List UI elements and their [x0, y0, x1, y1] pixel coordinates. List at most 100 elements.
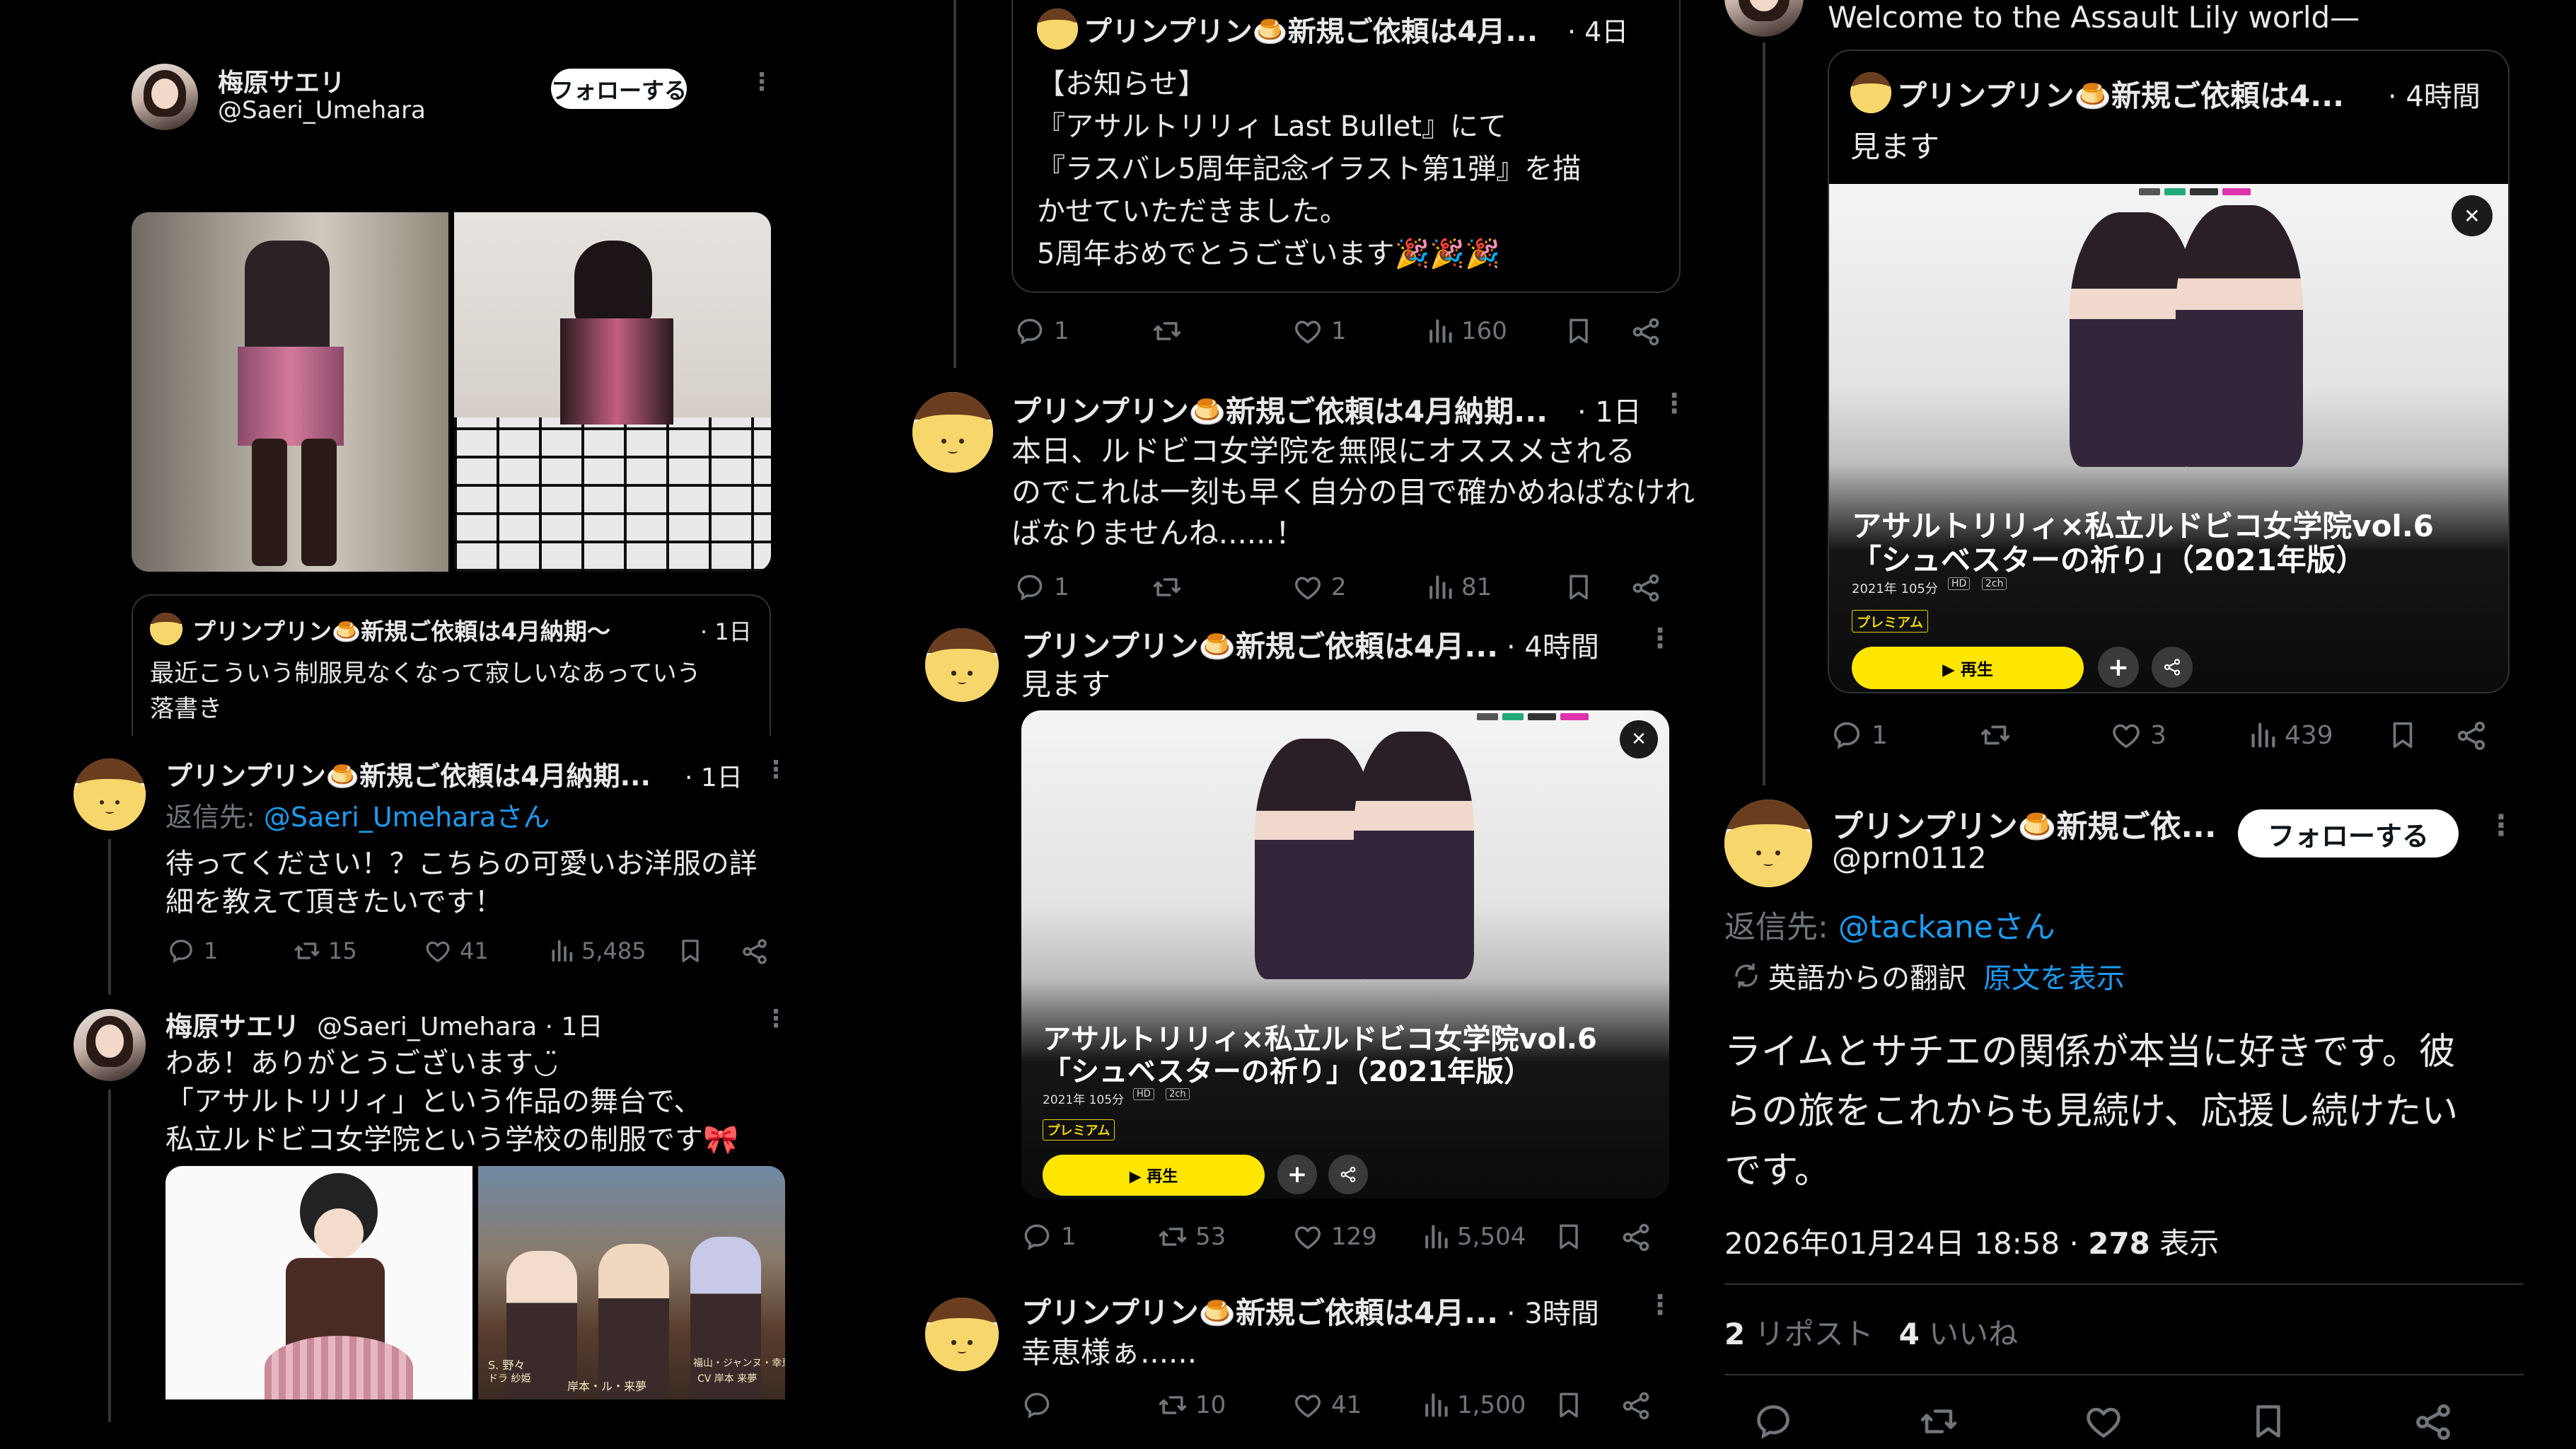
repost-action[interactable] — [1150, 316, 1190, 347]
video-card[interactable]: ✕ アサルトリリィ×私立ルドビコ女学院vol.6 「シュベスターの祈り」（202… — [1829, 184, 2508, 692]
like-action[interactable]: 2 — [1292, 572, 1347, 603]
main-author-handle[interactable]: @prn0112 — [1832, 841, 1987, 875]
views-action[interactable]: 81 — [1425, 572, 1492, 603]
views-action[interactable]: 439 — [2246, 719, 2333, 751]
quote-tweet[interactable]: プリンプリン🍮新規ご依頼は4... · 4時間 見ます ✕ アサルトリリィ×私立… — [1828, 50, 2510, 693]
repost-action[interactable] — [1150, 572, 1190, 603]
video-meta: 2021年 105分 — [1852, 582, 1938, 596]
follow-button[interactable]: フォローする — [2238, 809, 2459, 858]
reply-to-link[interactable]: @Saeri_Umeharaさん — [264, 802, 550, 833]
more-icon[interactable]: ⋮ — [764, 756, 788, 784]
bookmark-action[interactable] — [1553, 1221, 1584, 1252]
quote-tweet[interactable]: プリンプリン🍮新規ご依頼は4月... · 4日 【お知らせ】 『アサルトリリィ … — [1011, 0, 1681, 293]
post-author[interactable]: プリンプリン🍮新規ご依頼は4月... — [1021, 623, 1498, 666]
post-image[interactable] — [454, 212, 771, 572]
avatar[interactable] — [74, 1009, 146, 1081]
repost-icon — [1917, 1401, 1961, 1442]
reply-action[interactable] — [1021, 1390, 1061, 1421]
more-icon[interactable]: ⋮ — [1647, 623, 1673, 654]
avatar[interactable] — [1724, 799, 1812, 887]
reply-author[interactable]: プリンプリン🍮新規ご依頼は4月納期... — [166, 754, 651, 793]
reply-action[interactable]: 1 — [1831, 719, 1888, 751]
bookmark-action[interactable] — [1563, 572, 1594, 603]
more-icon[interactable]: ⋮ — [1661, 388, 1688, 419]
close-icon[interactable]: ✕ — [2452, 195, 2493, 236]
add-button[interactable]: + — [2098, 647, 2139, 688]
views-action[interactable]: 5,485 — [547, 937, 646, 965]
reply-action[interactable] — [1753, 1401, 1794, 1442]
bookmark-action[interactable] — [1563, 316, 1594, 347]
like-action[interactable]: 1 — [1292, 316, 1347, 347]
like-action[interactable]: 3 — [2109, 719, 2166, 751]
reposts-label[interactable]: リポスト — [1745, 1317, 1874, 1351]
share-action[interactable] — [2454, 719, 2488, 753]
more-icon[interactable]: ⋮ — [2487, 809, 2515, 842]
repost-action[interactable]: 10 — [1156, 1390, 1226, 1421]
main-author-name[interactable]: プリンプリン🍮新規ご依... — [1832, 801, 2217, 846]
views-count: 1,500 — [1457, 1391, 1526, 1419]
like-action[interactable]: 129 — [1292, 1221, 1377, 1252]
reply-action[interactable]: 1 — [167, 937, 218, 965]
avatar[interactable] — [912, 392, 993, 473]
like-action[interactable] — [2082, 1401, 2125, 1442]
share-action[interactable] — [1630, 572, 1662, 604]
likes-count[interactable]: 4 — [1899, 1317, 1920, 1351]
avatar[interactable] — [1724, 0, 1804, 37]
post-image[interactable] — [132, 212, 448, 572]
post-author[interactable]: プリンプリン🍮新規ご依頼は4月... — [1021, 1289, 1498, 1332]
reply-to-link[interactable]: @tackaneさん — [1838, 909, 2055, 945]
share-action[interactable] — [1620, 1221, 1652, 1254]
post-image[interactable] — [166, 1166, 472, 1399]
avatar[interactable] — [925, 628, 999, 702]
bookmark-action[interactable] — [2386, 719, 2419, 751]
views-action[interactable]: 1,500 — [1420, 1390, 1526, 1421]
avatar[interactable] — [132, 64, 198, 130]
play-button[interactable]: ▶ 再生 — [1043, 1155, 1265, 1196]
post-author[interactable]: プリンプリン🍮新規ご依頼は4月納期... — [1011, 388, 1548, 431]
reply-action[interactable]: 1 — [1014, 572, 1069, 603]
reposts-count[interactable]: 2 — [1724, 1317, 1745, 1351]
follow-button[interactable]: フォローする — [551, 69, 687, 109]
likes-label[interactable]: いいね — [1920, 1317, 2018, 1351]
video-card[interactable]: ✕ アサルトリリィ×私立ルドビコ女学院vol.6 「シュベスターの祈り」（202… — [1021, 710, 1669, 1199]
share-action[interactable] — [1620, 1390, 1652, 1422]
avatar[interactable] — [925, 1298, 999, 1371]
repost-action[interactable]: 15 — [291, 937, 357, 965]
more-icon[interactable]: ⋮ — [1647, 1289, 1673, 1320]
repost-action[interactable] — [1978, 719, 2019, 751]
avatar[interactable] — [74, 758, 146, 831]
share-icon[interactable] — [2152, 647, 2193, 688]
reply-author[interactable]: 梅原サエリ — [166, 1005, 300, 1044]
more-icon[interactable]: ⋮ — [750, 68, 774, 96]
bookmark-action[interactable] — [2248, 1401, 2289, 1442]
share-action[interactable] — [740, 937, 770, 966]
reply-action[interactable]: 1 — [1021, 1221, 1077, 1252]
like-icon — [423, 937, 453, 965]
close-icon[interactable]: ✕ — [1620, 720, 1658, 758]
reply-action[interactable]: 1 — [1014, 316, 1069, 347]
share-action[interactable] — [2412, 1401, 2454, 1443]
share-icon — [1630, 572, 1662, 604]
show-original-link[interactable]: 原文を表示 — [1983, 955, 2125, 996]
share-icon[interactable] — [1328, 1155, 1368, 1194]
post-text-line: のでこれは一刻も早く自分の目で確かめねばなけれ — [1011, 475, 1695, 509]
like-action[interactable]: 41 — [423, 937, 489, 965]
play-button[interactable]: ▶ 再生 — [1852, 647, 2084, 689]
profile-name[interactable]: 梅原サエリ — [218, 62, 345, 99]
main-text-line: です。 — [1724, 1150, 1831, 1192]
reply-text-line: 「アサルトリリィ」という作品の舞台で、 — [166, 1085, 702, 1118]
like-action[interactable]: 41 — [1292, 1390, 1362, 1421]
views-action[interactable]: 160 — [1425, 316, 1507, 347]
repost-action[interactable] — [1917, 1401, 1961, 1442]
share-action[interactable] — [1630, 316, 1662, 348]
repost-action[interactable]: 53 — [1156, 1221, 1226, 1252]
post-image[interactable]: S. 野々 ドラ 紗姫 岸本・ル・来夢 福山・ジャンヌ・幸恵 CV 岸本 来夢 — [478, 1166, 785, 1399]
bookmark-action[interactable] — [676, 937, 704, 965]
bookmark-action[interactable] — [1553, 1390, 1584, 1421]
more-icon[interactable]: ⋮ — [764, 1005, 788, 1033]
add-button[interactable]: + — [1277, 1155, 1317, 1194]
profile-handle[interactable]: @Saeri_Umehara — [218, 96, 426, 125]
views-action[interactable]: 5,504 — [1420, 1221, 1526, 1252]
right-column: Welcome to the Assault Lily world— プリンプリ… — [1712, 0, 2576, 1449]
quote-tweet[interactable]: プリンプリン🍮新規ご依頼は4月納期〜 · 1日 最近こういう制服見なくなって寂し… — [132, 594, 771, 736]
